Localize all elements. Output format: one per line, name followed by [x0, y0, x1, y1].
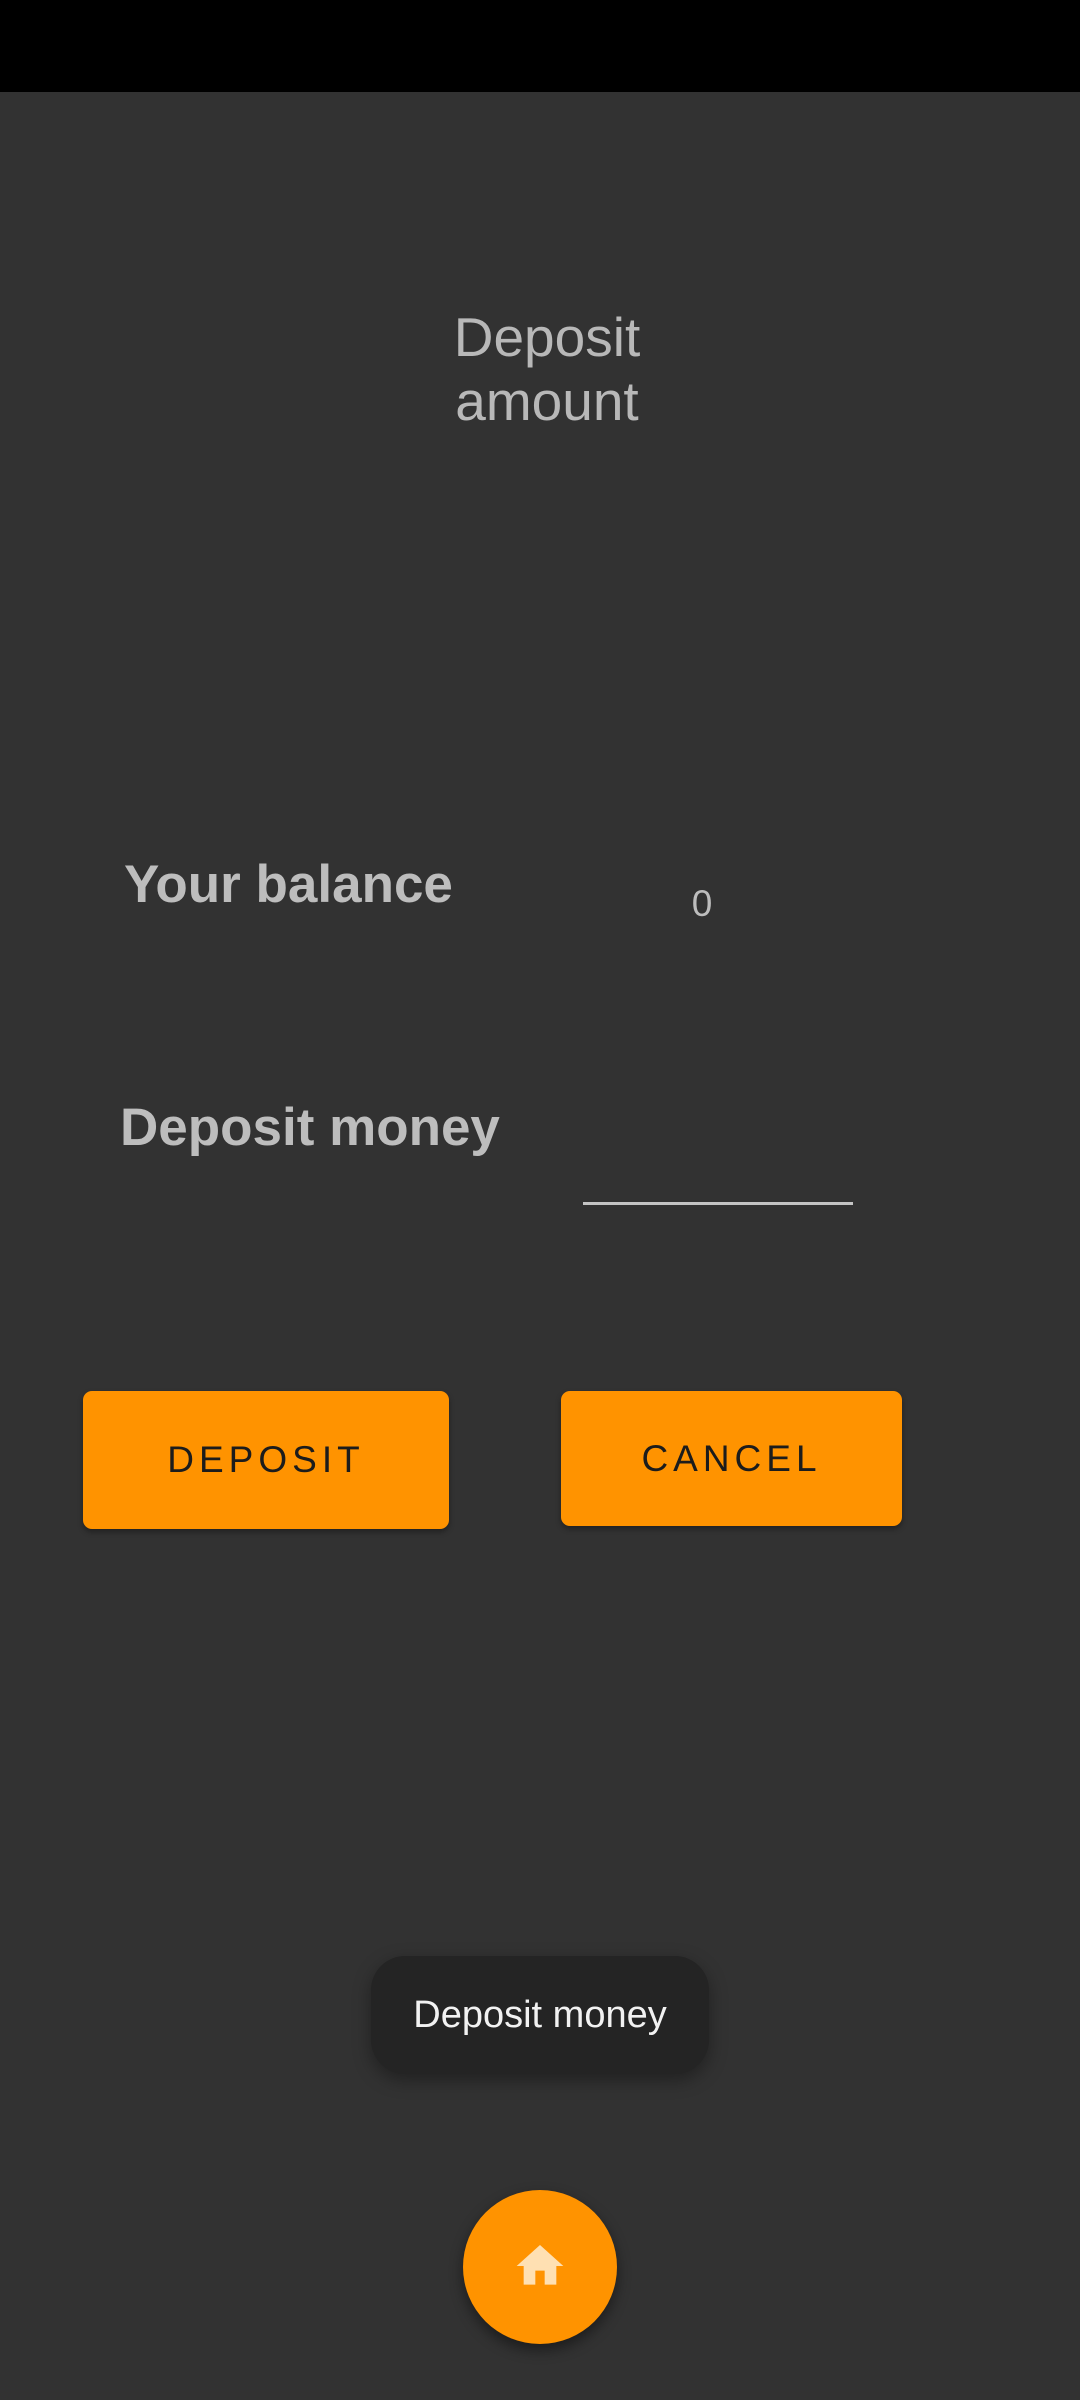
toast-text: Deposit money [413, 1993, 667, 2036]
deposit-screen: Deposit amount Your balance 0 Deposit mo… [0, 0, 1080, 2400]
home-icon [512, 2238, 568, 2297]
page-title: Deposit amount [0, 305, 1080, 433]
status-bar [0, 0, 1080, 92]
deposit-button[interactable]: DEPOSIT [83, 1391, 449, 1529]
balance-label: Your balance [124, 855, 453, 914]
toast-message: Deposit money [371, 1956, 709, 2074]
home-button[interactable] [463, 2190, 617, 2344]
balance-value: 0 [691, 883, 713, 924]
deposit-amount-input[interactable] [583, 1124, 853, 1205]
deposit-money-label: Deposit money [120, 1098, 500, 1157]
page-title-line-2: amount [455, 370, 639, 432]
page-title-line-1: Deposit [453, 306, 641, 368]
cancel-button[interactable]: CANCEL [561, 1391, 902, 1526]
